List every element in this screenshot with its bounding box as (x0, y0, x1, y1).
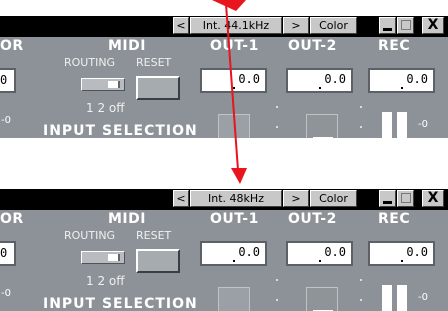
meter-bar-left (382, 285, 392, 311)
header-out2: OUT-2 (288, 38, 337, 54)
sample-rate-display[interactable]: Int. 44.1kHz (190, 17, 282, 34)
decimal-dot (401, 260, 403, 262)
level-zero-right: -0 (418, 119, 428, 130)
rec-level-display: 0.0 (368, 241, 435, 266)
out1-input-selector[interactable] (218, 114, 250, 138)
maximize-button[interactable] (397, 190, 414, 207)
level-zero-right: -0 (418, 292, 428, 303)
reset-label: RESET (136, 229, 172, 242)
level-zero-left: -0 (1, 115, 11, 126)
routing-label: ROUTING (64, 56, 116, 69)
header-monitor: OR (0, 38, 24, 54)
close-button[interactable]: X (422, 17, 444, 34)
switch-knob[interactable] (108, 81, 120, 88)
meter-bar-right (397, 285, 407, 311)
minimize-icon (383, 28, 392, 31)
mixer-panel-bottom: < Int. 48kHz > Color X OR MIDI OUT-1 OUT… (0, 189, 448, 311)
arrow-head-top (212, 0, 246, 11)
separator-dot (276, 299, 278, 301)
rec-value: 0.0 (406, 245, 428, 259)
selector-indicator (313, 137, 333, 138)
monitor-value-display: 0 (0, 241, 16, 266)
separator-dot (276, 106, 278, 108)
midi-routing-switch[interactable] (81, 78, 125, 91)
next-rate-button[interactable]: > (283, 190, 309, 207)
header-monitor: OR (0, 211, 24, 227)
midi-reset-button[interactable] (136, 249, 180, 273)
out2-level-display: 0.0 (286, 68, 353, 93)
header-out1: OUT-1 (210, 38, 259, 54)
monitor-value-display: 0 (0, 68, 16, 93)
midi-status: 1 2 off (86, 274, 125, 288)
header-rec: REC (378, 211, 411, 227)
prev-rate-button[interactable]: < (173, 190, 189, 207)
maximize-button[interactable] (397, 17, 414, 34)
routing-label: ROUTING (64, 229, 116, 242)
minimize-button[interactable] (379, 17, 396, 34)
rec-level-meter (382, 285, 412, 311)
header-out2: OUT-2 (288, 211, 337, 227)
arrow-head-bottom (231, 168, 247, 184)
out1-level-display: 0.0 (200, 68, 267, 93)
decimal-dot (233, 260, 235, 262)
out2-value: 0.0 (324, 72, 346, 86)
input-selection-label: INPUT SELECTION (43, 296, 198, 311)
sample-rate-display[interactable]: Int. 48kHz (190, 190, 282, 207)
mixer-panel-top: < Int. 44.1kHz > Color X OR MIDI OUT-1 O… (0, 16, 448, 138)
midi-reset-button[interactable] (136, 76, 180, 100)
screenshot-comparison: < Int. 44.1kHz > Color X OR MIDI OUT-1 O… (0, 0, 448, 311)
reset-label: RESET (136, 56, 172, 69)
decimal-dot (319, 260, 321, 262)
level-zero-left: -0 (1, 288, 11, 299)
decimal-dot (401, 87, 403, 89)
out1-input-selector[interactable] (218, 287, 250, 311)
next-rate-button[interactable]: > (283, 17, 309, 34)
header-out1: OUT-1 (210, 211, 259, 227)
maximize-icon (401, 193, 411, 203)
separator-dot (360, 126, 362, 128)
out1-value: 0.0 (238, 72, 260, 86)
separator-dot (360, 299, 362, 301)
minimize-button[interactable] (379, 190, 396, 207)
minimize-icon (383, 201, 392, 204)
separator-dot (276, 126, 278, 128)
out1-value: 0.0 (238, 245, 260, 259)
header-midi: MIDI (108, 211, 146, 227)
meter-bar-right (397, 112, 407, 138)
midi-routing-switch[interactable] (81, 251, 125, 264)
separator-dot (360, 106, 362, 108)
decimal-dot (319, 87, 321, 89)
maximize-icon (401, 20, 411, 30)
separator-dot (360, 279, 362, 281)
close-button[interactable]: X (422, 190, 444, 207)
out2-input-selector[interactable] (306, 287, 338, 311)
input-selection-label: INPUT SELECTION (43, 123, 198, 138)
switch-knob[interactable] (108, 254, 120, 261)
color-button[interactable]: Color (310, 190, 357, 207)
header-rec: REC (378, 38, 411, 54)
out2-level-display: 0.0 (286, 241, 353, 266)
out2-input-selector[interactable] (306, 114, 338, 138)
rec-value: 0.0 (406, 72, 428, 86)
out2-value: 0.0 (324, 245, 346, 259)
title-bar: < Int. 44.1kHz > Color X (0, 16, 448, 37)
title-bar: < Int. 48kHz > Color X (0, 189, 448, 210)
midi-status: 1 2 off (86, 101, 125, 115)
color-button[interactable]: Color (310, 17, 357, 34)
rec-level-meter (382, 112, 412, 138)
separator-dot (276, 279, 278, 281)
meter-bar-left (382, 112, 392, 138)
decimal-dot (233, 87, 235, 89)
header-midi: MIDI (108, 38, 146, 54)
rec-level-display: 0.0 (368, 68, 435, 93)
out1-level-display: 0.0 (200, 241, 267, 266)
prev-rate-button[interactable]: < (173, 17, 189, 34)
